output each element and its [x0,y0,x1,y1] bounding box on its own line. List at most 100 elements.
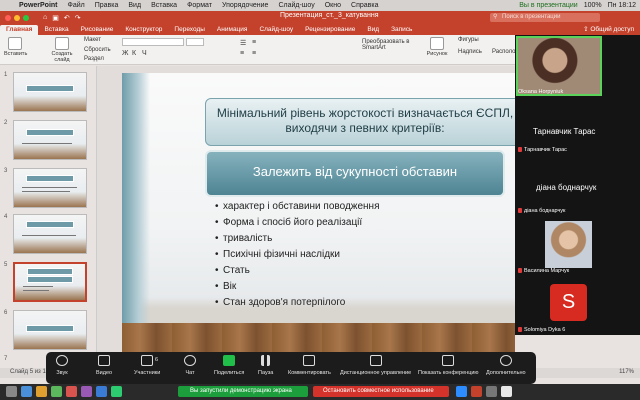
wooden-floor-decor [122,323,515,353]
search-input[interactable]: ⚲ Поиск в презентации [490,13,600,22]
menu-slideshow[interactable]: Слайд-шоу [273,2,319,9]
powerpoint-app-icon[interactable] [471,386,482,397]
remote-control-button[interactable]: Дистанционное управление [340,355,411,376]
show-conference-button[interactable]: Показать конференцию [418,355,479,376]
menu-arrange[interactable]: Упорядочение [217,2,273,9]
menu-file[interactable]: Файл [63,2,90,9]
sharing-status-badge[interactable]: Вы запустили демонстрацию экрана [178,386,308,397]
app-icon[interactable] [81,386,92,397]
save-icon[interactable]: ▣ [52,14,59,22]
tab-record[interactable]: Запись [385,25,418,35]
app-icon[interactable] [111,386,122,397]
participant-name-label: Василина Марчук [518,268,569,274]
thumb-number: 7 [4,356,8,362]
stop-share-button[interactable]: Остановить совместное использование [313,386,449,397]
text-box-button[interactable]: Надпись [458,49,482,55]
app-icon[interactable] [6,386,17,397]
layout-button[interactable]: Макет [84,37,101,43]
maximize-window-button[interactable] [23,14,29,21]
tab-view[interactable]: Вид [361,25,385,35]
zoom-app-icon[interactable] [456,386,467,397]
participants-count: 6 [155,357,159,363]
menu-edit[interactable]: Правка [90,2,124,9]
tab-review[interactable]: Рецензирование [299,25,361,35]
thumb-number: 4 [4,214,8,220]
slide-thumbnails-panel[interactable]: 1 2 3 4 5 6 7 [0,66,97,368]
reset-button[interactable]: Сбросить [84,47,111,53]
menu-app[interactable]: PowerPoint [14,2,63,9]
redo-icon[interactable]: ↷ [75,14,81,22]
more-button[interactable]: Дополнительно [486,355,526,376]
app-icon[interactable] [501,386,512,397]
paste-button[interactable]: Вставить [4,37,27,57]
menu-help[interactable]: Справка [346,2,383,9]
align-left-icon[interactable]: ≡ [240,50,244,57]
menu-window[interactable]: Окно [320,2,346,9]
slide-subheading-box[interactable]: Залежить від сукупності обставин [205,150,505,197]
share-button[interactable]: ⇪ Общий доступ [583,25,634,33]
font-size-select[interactable] [186,38,204,46]
app-icon[interactable] [96,386,107,397]
participant-avatar: S [550,284,587,321]
tab-insert[interactable]: Вставка [38,25,74,35]
pencil-icon [303,355,316,366]
app-icon[interactable] [36,386,47,397]
annotate-button[interactable]: Комментировать [288,355,331,376]
italic-icon[interactable]: К [132,50,136,57]
video-button[interactable]: Видео [96,355,112,376]
slide-thumbnail[interactable] [13,72,87,112]
section-button[interactable]: Раздел [84,56,104,62]
menu-format[interactable]: Формат [182,2,217,9]
zoom-meeting-toolbar: Звук Видео Участники 6 Чат Поделиться Па… [46,352,536,384]
current-slide[interactable]: Мінімальний рівень жорстокості визначаєт… [122,73,515,353]
share-screen-button[interactable]: Поделиться [214,355,244,376]
slide-thumbnail[interactable] [13,120,87,160]
slide-thumbnail-selected[interactable] [13,262,87,302]
tab-animations[interactable]: Анимация [211,25,254,35]
audio-button[interactable]: Звук [56,355,68,376]
tab-slideshow[interactable]: Слайд-шоу [253,25,299,35]
slide-thumbnail[interactable] [13,168,87,208]
slide-heading-box[interactable]: Мінімальний рівень жорстокості визначаєт… [205,98,515,146]
slide-bullet-list[interactable]: • характер і обставини поводження • Форма … [215,199,379,311]
mic-muted-icon [518,147,522,153]
participant-name-label: Solomiya Dyka 6 [518,327,565,333]
undo-icon[interactable]: ↶ [64,14,70,22]
close-window-button[interactable] [5,14,11,21]
tab-transitions[interactable]: Переходы [168,25,211,35]
align-center-icon[interactable]: ≡ [252,50,256,57]
font-family-select[interactable] [122,38,184,46]
tab-home[interactable]: Главная [0,25,39,35]
participant-video[interactable] [516,36,602,96]
picture-button[interactable]: Рисунок [426,37,448,57]
app-icon[interactable] [21,386,32,397]
app-icon[interactable] [66,386,77,397]
shapes-button[interactable]: Фигуры [458,37,479,43]
app-icon[interactable] [486,386,497,397]
bullets-icon[interactable]: ☰ [240,39,246,47]
minimize-window-button[interactable] [14,14,20,21]
arrange-button[interactable]: Располо [492,49,516,55]
pause-icon [261,355,271,366]
menu-insert[interactable]: Вставка [146,2,182,9]
convert-smartart-button[interactable]: Преобразовать в SmartArt [362,39,412,51]
pause-share-button[interactable]: Пауза [258,355,273,376]
tab-draw[interactable]: Рисование [75,25,120,35]
numbering-icon[interactable]: ≡ [252,39,256,46]
bullet-item: • Психічні фізичні наслідки [215,249,341,260]
new-slide-button[interactable]: Создать слайд [48,37,76,63]
share-label: Поделиться [214,370,245,376]
menu-view[interactable]: Вид [123,2,146,9]
tab-design[interactable]: Конструктор [119,25,168,35]
underline-icon[interactable]: Ч [142,50,147,57]
zoom-level[interactable]: 117% [619,369,634,375]
slide-thumbnail[interactable] [13,310,87,350]
home-icon[interactable]: ⌂ [43,14,47,22]
zoom-share-indicator[interactable]: Вы в презентации [519,2,577,9]
chat-button[interactable]: Чат [184,355,196,376]
window-titlebar: ⌂ ▣ ↶ ↷ Презентация_ст._3_катування ⚲ По… [0,11,640,24]
slide-thumbnail[interactable] [13,214,87,254]
app-icon[interactable] [51,386,62,397]
participant-name: Oksana Horpyniuk [518,89,564,95]
bold-icon[interactable]: Ж [122,50,128,57]
